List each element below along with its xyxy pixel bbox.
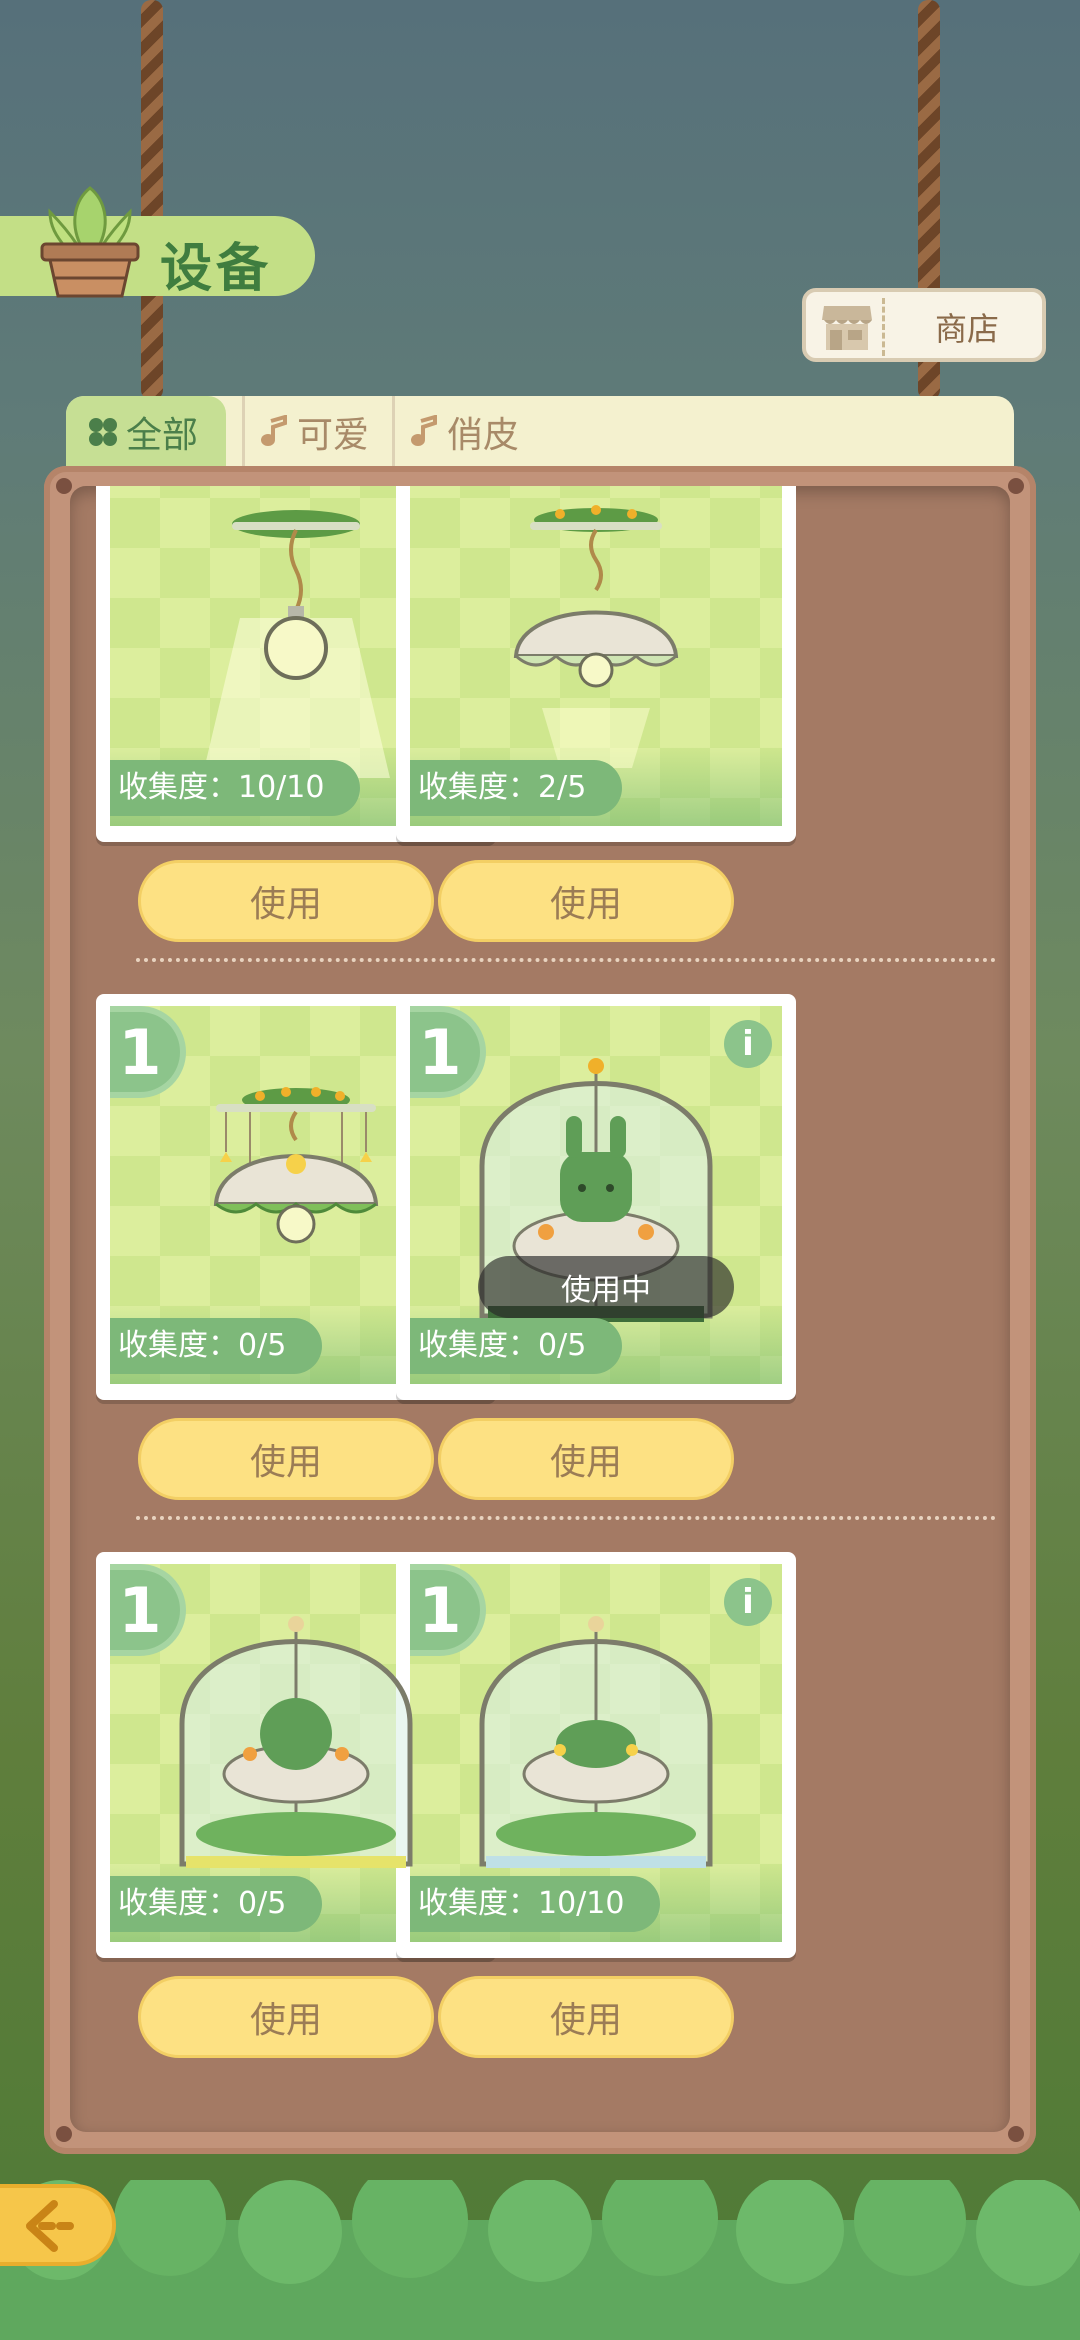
items-board: 收集度：10/10 收集度：2/5 使用 使用 1 收集度：0/5 1 i 使用… — [44, 466, 1036, 2154]
music-note-icon — [261, 415, 287, 446]
row-divider — [136, 958, 996, 962]
item-card[interactable]: 1 i 使用中 收集度：0/5 — [396, 994, 796, 1400]
page-title: 设备 — [160, 239, 273, 299]
tab-playful[interactable]: 俏皮 — [392, 396, 519, 468]
collection-progress: 收集度：0/5 — [410, 1318, 623, 1374]
collection-progress: 收集度：10/10 — [110, 760, 361, 816]
screw — [56, 2126, 72, 2142]
use-button[interactable]: 使用 — [438, 860, 734, 942]
use-button[interactable]: 使用 — [438, 1976, 734, 2058]
row-divider — [136, 1516, 996, 1520]
clover-icon — [89, 418, 117, 446]
tab-cute-label: 可爱 — [297, 415, 370, 456]
screw — [1008, 478, 1024, 494]
item-card[interactable]: 1 i 收集度：10/10 — [396, 1552, 796, 1958]
collection-progress: 收集度：2/5 — [410, 760, 623, 816]
tab-all[interactable]: 全部 — [66, 396, 226, 468]
in-use-label: 使用中 — [478, 1256, 734, 1318]
use-button[interactable]: 使用 — [138, 1418, 434, 1500]
collection-progress: 收集度：10/10 — [410, 1876, 661, 1932]
shop-divider — [882, 298, 885, 356]
back-button[interactable] — [0, 2184, 116, 2266]
collection-progress: 收集度：0/5 — [110, 1318, 323, 1374]
screw — [1008, 2126, 1024, 2142]
category-tabs: 全部 可爱 俏皮 — [66, 396, 1014, 468]
tab-playful-label: 俏皮 — [447, 415, 520, 456]
use-button[interactable]: 使用 — [138, 1976, 434, 2058]
back-arrow-icon — [26, 2200, 80, 2252]
tab-cute[interactable]: 可爱 — [242, 396, 369, 468]
screw — [56, 478, 72, 494]
plant-pot-icon — [40, 186, 140, 298]
shop-button[interactable]: 商店 — [802, 288, 1046, 362]
use-button[interactable]: 使用 — [138, 860, 434, 942]
music-note-icon — [411, 415, 437, 446]
collection-progress: 收集度：0/5 — [110, 1876, 323, 1932]
use-button[interactable]: 使用 — [438, 1418, 734, 1500]
item-card[interactable]: 收集度：2/5 — [396, 486, 796, 842]
shop-label: 商店 — [934, 310, 999, 348]
items-grid[interactable]: 收集度：10/10 收集度：2/5 使用 使用 1 收集度：0/5 1 i 使用… — [70, 486, 1010, 2132]
store-icon — [822, 306, 872, 350]
tab-all-label: 全部 — [126, 415, 199, 456]
bush-decoration — [0, 2180, 1080, 2340]
